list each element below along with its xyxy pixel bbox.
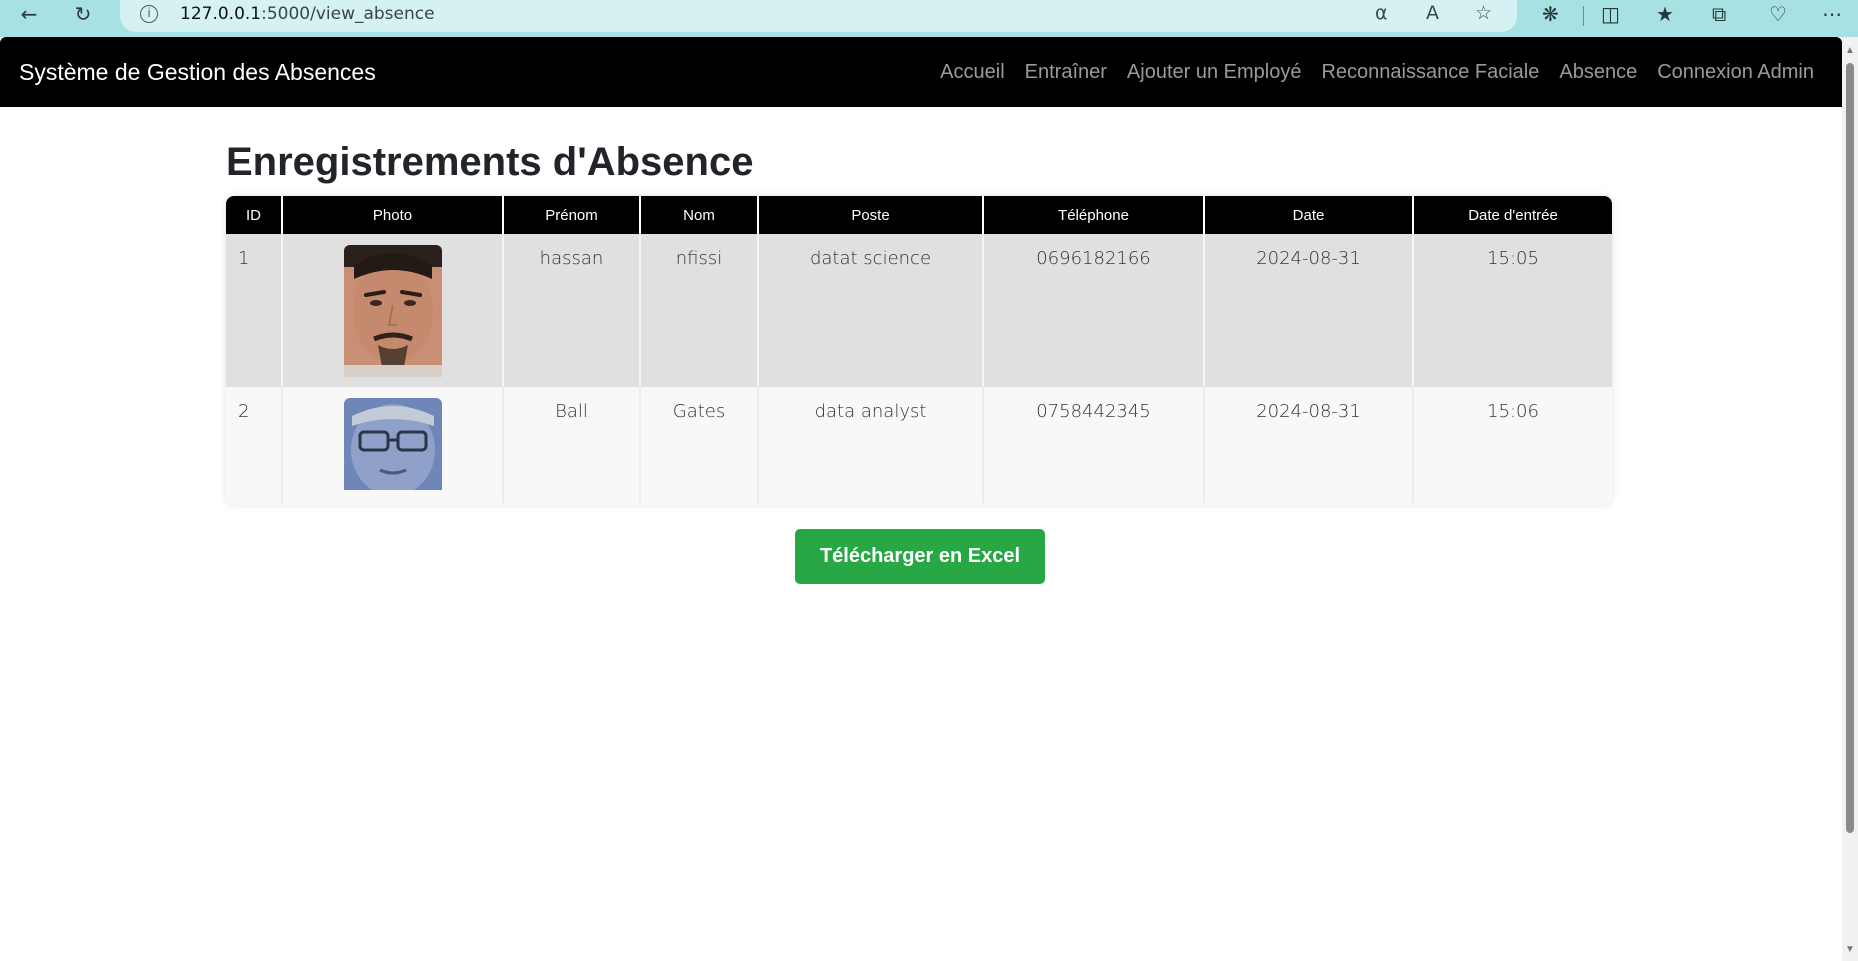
cell-id: 1 bbox=[226, 234, 283, 387]
table-header-row: ID Photo Prénom Nom Poste Téléphone Date… bbox=[226, 196, 1612, 234]
split-screen-icon[interactable]: ◫ bbox=[1601, 2, 1620, 26]
cell-nom: nfissi bbox=[640, 234, 759, 387]
cell-photo bbox=[282, 234, 504, 387]
page-title: Enregistrements d'Absence bbox=[226, 140, 754, 184]
cell-id: 2 bbox=[226, 387, 283, 503]
header-telephone: Téléphone bbox=[983, 196, 1205, 234]
scroll-down-arrow-icon[interactable]: ▼ bbox=[1845, 944, 1855, 955]
url-host: 127.0.0.1 bbox=[180, 4, 262, 24]
cell-photo bbox=[282, 387, 504, 503]
download-excel-button[interactable]: Télécharger en Excel bbox=[795, 529, 1045, 584]
read-aloud-icon[interactable]: A bbox=[1426, 2, 1439, 24]
nav-link-ajouter-employe[interactable]: Ajouter un Employé bbox=[1127, 61, 1302, 84]
collections-icon[interactable]: ⧉ bbox=[1712, 2, 1726, 26]
browser-essentials-icon[interactable]: ♡ bbox=[1769, 2, 1787, 26]
page-scrollbar[interactable]: ▲ ▼ bbox=[1842, 37, 1858, 961]
cell-telephone: 0758442345 bbox=[983, 387, 1205, 503]
url-text[interactable]: 127.0.0.1:5000/view_absence bbox=[180, 4, 435, 24]
employee-photo bbox=[343, 245, 442, 382]
url-path: :5000/view_absence bbox=[261, 4, 435, 24]
site-info-icon[interactable]: i bbox=[140, 5, 158, 23]
nav-link-absence[interactable]: Absence bbox=[1559, 61, 1637, 84]
nav-link-accueil[interactable]: Accueil bbox=[940, 61, 1004, 84]
cell-poste: data analyst bbox=[758, 387, 984, 503]
translate-icon[interactable]: α bbox=[1375, 2, 1388, 24]
nav-link-entrainer[interactable]: Entraîner bbox=[1025, 61, 1107, 84]
header-nom: Nom bbox=[640, 196, 759, 234]
cell-date: 2024-08-31 bbox=[1204, 234, 1414, 387]
cell-prenom: Ball bbox=[503, 387, 641, 503]
nav-links: Accueil Entraîner Ajouter un Employé Rec… bbox=[940, 61, 1814, 84]
table-row: 2 Ball Gates data analyst 0758442345 202… bbox=[226, 387, 1612, 503]
cell-telephone: 0696182166 bbox=[983, 234, 1205, 387]
table-row: 1 hassan nfissi datat science 0696182166… bbox=[226, 234, 1612, 387]
header-prenom: Prénom bbox=[503, 196, 641, 234]
more-options-icon[interactable]: ⋯ bbox=[1822, 2, 1842, 26]
nav-link-reconnaissance-faciale[interactable]: Reconnaissance Faciale bbox=[1321, 61, 1539, 84]
employee-photo bbox=[343, 398, 442, 495]
cell-date-entree: 15:05 bbox=[1413, 234, 1612, 387]
cell-prenom: hassan bbox=[503, 234, 641, 387]
refresh-icon[interactable]: ↻ bbox=[68, 0, 98, 28]
nav-link-connexion-admin[interactable]: Connexion Admin bbox=[1657, 61, 1814, 84]
cell-date: 2024-08-31 bbox=[1204, 387, 1414, 503]
cell-poste: datat science bbox=[758, 234, 984, 387]
browser-toolbar: ← ↻ i 127.0.0.1:5000/view_absence α A ☆ … bbox=[0, 0, 1858, 37]
back-arrow-icon[interactable]: ← bbox=[14, 0, 44, 28]
scroll-thumb[interactable] bbox=[1846, 63, 1854, 833]
header-poste: Poste bbox=[758, 196, 984, 234]
navbar-brand[interactable]: Système de Gestion des Absences bbox=[19, 59, 376, 86]
toolbar-separator bbox=[1583, 6, 1584, 26]
header-id: ID bbox=[226, 196, 283, 234]
cell-date-entree: 15:06 bbox=[1413, 387, 1612, 503]
navbar: Système de Gestion des Absences Accueil … bbox=[0, 37, 1842, 107]
favorite-star-icon[interactable]: ☆ bbox=[1475, 2, 1492, 24]
scroll-up-arrow-icon[interactable]: ▲ bbox=[1845, 45, 1855, 56]
header-date: Date bbox=[1204, 196, 1414, 234]
header-date-entree: Date d'entrée bbox=[1413, 196, 1612, 234]
header-photo: Photo bbox=[282, 196, 504, 234]
extensions-icon[interactable]: ❋ bbox=[1542, 2, 1559, 26]
cell-nom: Gates bbox=[640, 387, 759, 503]
favorites-list-icon[interactable]: ★ bbox=[1656, 2, 1674, 26]
address-bar[interactable]: i 127.0.0.1:5000/view_absence α A ☆ bbox=[120, 0, 1517, 32]
absence-table: ID Photo Prénom Nom Poste Téléphone Date… bbox=[226, 196, 1612, 505]
